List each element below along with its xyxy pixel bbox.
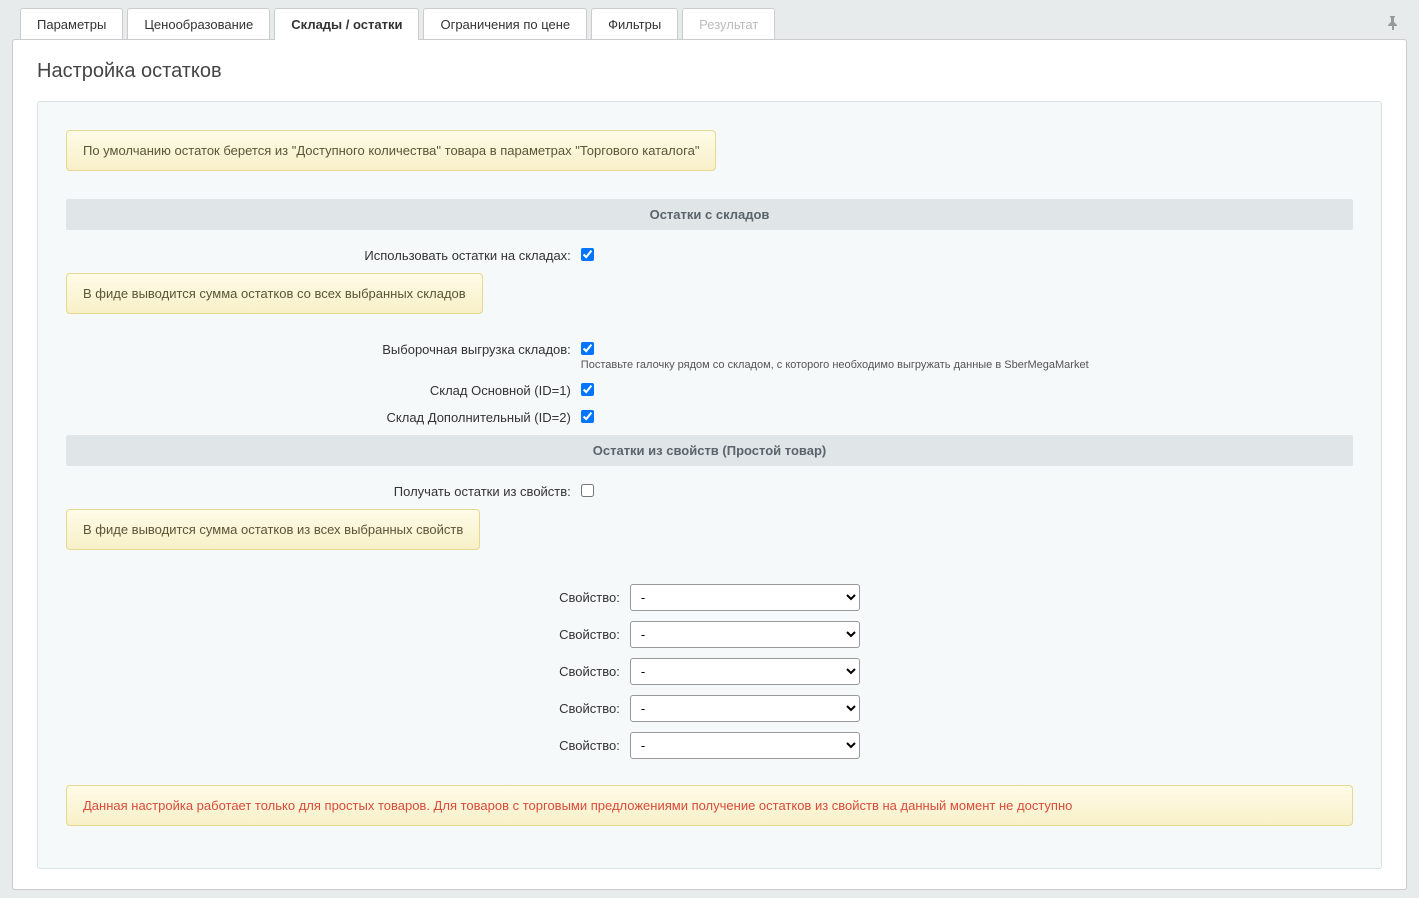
property-select-4[interactable]: - [630, 695, 860, 722]
property-label-3: Свойство: [559, 664, 620, 679]
tab-result: Результат [682, 8, 775, 40]
use-stocks-checkbox[interactable] [581, 248, 594, 261]
tab-price-limits[interactable]: Ограничения по цене [423, 8, 587, 40]
page-title: Настройка остатков [37, 60, 1382, 83]
pin-icon[interactable] [1387, 16, 1399, 33]
tab-stocks[interactable]: Склады / остатки [274, 8, 419, 40]
tab-filters[interactable]: Фильтры [591, 8, 678, 40]
property-label-2: Свойство: [559, 627, 620, 642]
property-label-1: Свойство: [559, 590, 620, 605]
property-label-4: Свойство: [559, 701, 620, 716]
warehouse-main-label: Склад Основной (ID=1) [66, 381, 581, 398]
use-stocks-label: Использовать остатки на складах: [66, 246, 581, 263]
property-select-1[interactable]: - [630, 584, 860, 611]
warehouse-extra-label: Склад Дополнительный (ID=2) [66, 408, 581, 425]
property-select-2[interactable]: - [630, 621, 860, 648]
selective-export-label: Выборочная выгрузка складов: [66, 340, 581, 357]
inner-panel: По умолчанию остаток берется из "Доступн… [37, 101, 1382, 869]
notice-warn-simple-only: Данная настройка работает только для про… [66, 785, 1353, 826]
warehouse-extra-checkbox[interactable] [581, 410, 594, 423]
selective-export-hint: Поставьте галочку рядом со складом, с ко… [581, 359, 1089, 371]
warehouse-main-checkbox[interactable] [581, 383, 594, 396]
property-label-5: Свойство: [559, 738, 620, 753]
selective-export-checkbox[interactable] [581, 342, 594, 355]
section-header-props: Остатки из свойств (Простой товар) [66, 435, 1353, 466]
get-from-props-label: Получать остатки из свойств: [66, 482, 581, 499]
section-header-stocks: Остатки с складов [66, 199, 1353, 230]
property-select-3[interactable]: - [630, 658, 860, 685]
get-from-props-checkbox[interactable] [581, 484, 594, 497]
property-select-5[interactable]: - [630, 732, 860, 759]
tab-bar: Параметры Ценообразование Склады / остат… [12, 8, 1407, 40]
notice-feed-sum-props: В фиде выводится сумма остатков из всех … [66, 509, 480, 550]
tab-parameters[interactable]: Параметры [20, 8, 123, 40]
notice-feed-sum-stocks: В фиде выводится сумма остатков со всех … [66, 273, 483, 314]
notice-default: По умолчанию остаток берется из "Доступн… [66, 130, 716, 171]
tab-pricing[interactable]: Ценообразование [127, 8, 270, 40]
main-panel: Настройка остатков По умолчанию остаток … [12, 39, 1407, 890]
